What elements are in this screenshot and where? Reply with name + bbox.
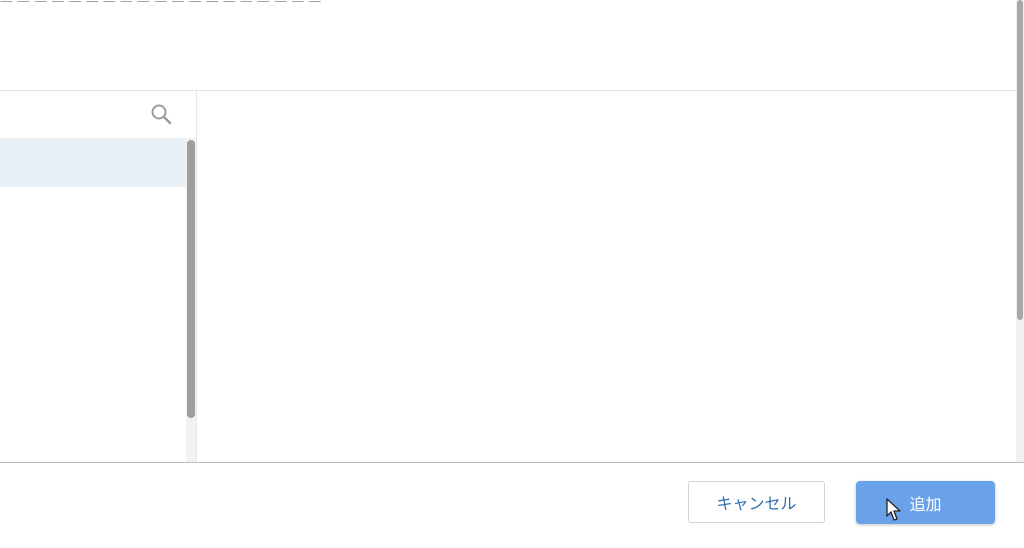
- page-scrollbar[interactable]: [1016, 0, 1024, 462]
- details-panel: [197, 91, 1016, 462]
- left-list-panel: [0, 91, 197, 462]
- page-scrollbar-thumb[interactable]: [1017, 0, 1023, 320]
- cancel-button[interactable]: キャンセル: [688, 481, 825, 523]
- dialog: — — — — — — — — — — — — — — — — — — — キャ…: [0, 0, 1024, 548]
- list-item-selected[interactable]: [0, 138, 186, 187]
- add-button[interactable]: 追加: [856, 481, 995, 524]
- list-scrollbar[interactable]: [186, 138, 196, 462]
- search-row: [0, 91, 196, 139]
- dialog-header: — — — — — — — — — — — — — — — — — — —: [0, 0, 1016, 91]
- header-faded-text: — — — — — — — — — — — — — — — — — — —: [0, 0, 322, 9]
- search-input[interactable]: [0, 99, 144, 131]
- search-icon[interactable]: [149, 102, 173, 126]
- dialog-footer: キャンセル 追加: [0, 462, 1024, 548]
- item-list: [0, 138, 186, 462]
- list-scrollbar-thumb[interactable]: [187, 140, 195, 418]
